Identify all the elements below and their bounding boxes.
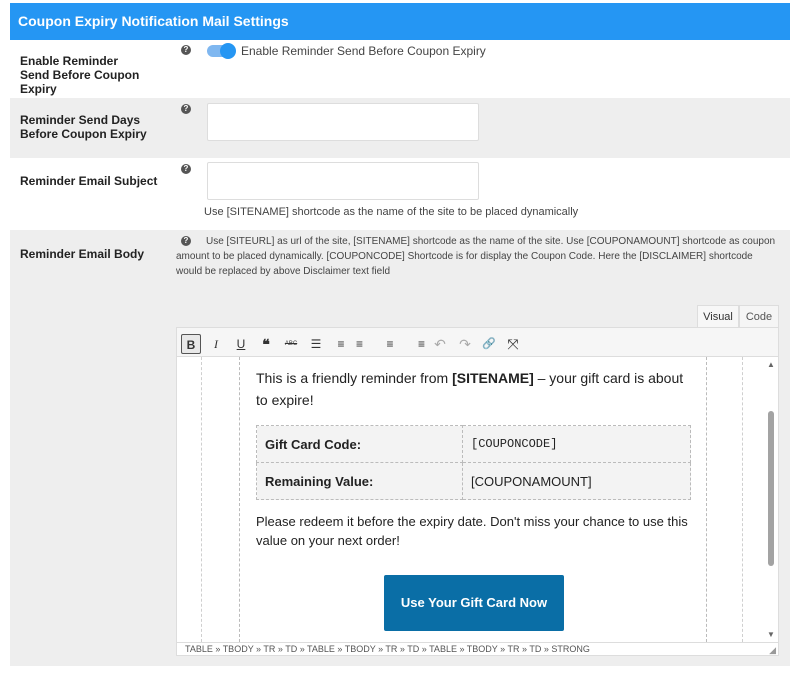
tab-visual[interactable]: Visual bbox=[697, 305, 739, 327]
editor-statusbar: TABLE » TBODY » TR » TD » TABLE » TBODY … bbox=[176, 642, 779, 656]
reminder-body-label: Reminder Email Body bbox=[20, 247, 145, 261]
intro-paragraph: This is a friendly reminder from [SITENA… bbox=[256, 370, 684, 408]
help-icon[interactable]: ? bbox=[181, 45, 191, 55]
enable-reminder-label: Enable Reminder Send Before Coupon Expir… bbox=[20, 54, 140, 96]
layout-guide bbox=[201, 357, 202, 642]
link-icon[interactable]: 🔗 bbox=[479, 334, 499, 354]
align-left-button[interactable]: ≡ bbox=[356, 334, 376, 354]
help-icon[interactable]: ? bbox=[181, 104, 191, 114]
help-icon[interactable]: ? bbox=[181, 164, 191, 174]
subject-hint: Use [SITENAME] shortcode as the name of … bbox=[204, 206, 579, 218]
resize-handle-icon[interactable]: ◢ bbox=[769, 644, 776, 656]
align-center-button[interactable]: ≡ bbox=[380, 334, 400, 354]
numbered-list-button[interactable]: ≡ bbox=[331, 334, 351, 354]
gift-card-code-label: Gift Card Code: bbox=[256, 425, 463, 463]
table-row: Remaining Value: [COUPONAMOUNT] bbox=[256, 462, 691, 500]
scroll-up-icon[interactable]: ▲ bbox=[767, 361, 775, 369]
tab-code[interactable]: Code bbox=[739, 305, 779, 327]
blockquote-button[interactable]: ❝ bbox=[256, 334, 276, 354]
table-row: Gift Card Code: [COUPONCODE] bbox=[256, 425, 691, 463]
enable-reminder-toggle-label: Enable Reminder Send Before Coupon Expir… bbox=[241, 44, 486, 58]
reminder-days-input[interactable] bbox=[207, 103, 479, 141]
email-body-editor: Visual Code B I U ❝ ABC ☰ ≡ ≡ ≡ ≡ ↶ ↷ 🔗 … bbox=[176, 305, 779, 656]
body-hint: Use [SITEURL] as url of the site, [SITEN… bbox=[176, 236, 776, 277]
gift-card-table: Gift Card Code: [COUPONCODE] Remaining V… bbox=[256, 425, 691, 500]
enable-reminder-toggle[interactable] bbox=[207, 43, 236, 59]
strikethrough-button[interactable]: ABC bbox=[281, 334, 301, 354]
reminder-subject-label: Reminder Email Subject bbox=[20, 174, 158, 188]
scroll-down-icon[interactable]: ▼ bbox=[767, 631, 775, 639]
editor-content[interactable]: This is a friendly reminder from [SITENA… bbox=[176, 357, 779, 642]
remaining-value-value: [COUPONAMOUNT] bbox=[462, 462, 691, 500]
redeem-paragraph: Please redeem it before the expiry date.… bbox=[256, 514, 688, 548]
element-path: TABLE » TBODY » TR » TD » TABLE » TBODY … bbox=[185, 644, 590, 654]
settings-title: Coupon Expiry Notification Mail Settings bbox=[18, 13, 289, 29]
bold-button[interactable]: B bbox=[181, 334, 201, 354]
email-body-preview: This is a friendly reminder from [SITENA… bbox=[239, 357, 707, 642]
editor-toolbar: B I U ❝ ABC ☰ ≡ ≡ ≡ ≡ ↶ ↷ 🔗 ⤧ bbox=[176, 327, 779, 357]
bullet-list-button[interactable]: ☰ bbox=[306, 334, 326, 354]
redo-button[interactable]: ↷ bbox=[455, 334, 475, 354]
gift-card-code-value: [COUPONCODE] bbox=[462, 425, 691, 463]
align-right-button[interactable]: ≡ bbox=[405, 334, 425, 354]
reminder-subject-input[interactable] bbox=[207, 162, 479, 200]
use-gift-card-button[interactable]: Use Your Gift Card Now bbox=[384, 575, 564, 631]
underline-button[interactable]: U bbox=[231, 334, 251, 354]
editor-scrollbar[interactable]: ▲ ▼ bbox=[764, 357, 778, 642]
layout-guide bbox=[742, 357, 743, 642]
toggle-knob bbox=[220, 43, 236, 59]
reminder-days-label: Reminder Send Days Before Coupon Expiry bbox=[20, 113, 147, 141]
settings-header: Coupon Expiry Notification Mail Settings bbox=[10, 3, 790, 40]
scrollbar-thumb[interactable] bbox=[768, 411, 774, 566]
italic-button[interactable]: I bbox=[206, 334, 226, 354]
remaining-value-label: Remaining Value: bbox=[256, 462, 463, 500]
fullscreen-icon[interactable]: ⤧ bbox=[503, 334, 523, 354]
sitename-shortcode: [SITENAME] bbox=[452, 370, 534, 386]
undo-button[interactable]: ↶ bbox=[430, 334, 450, 354]
